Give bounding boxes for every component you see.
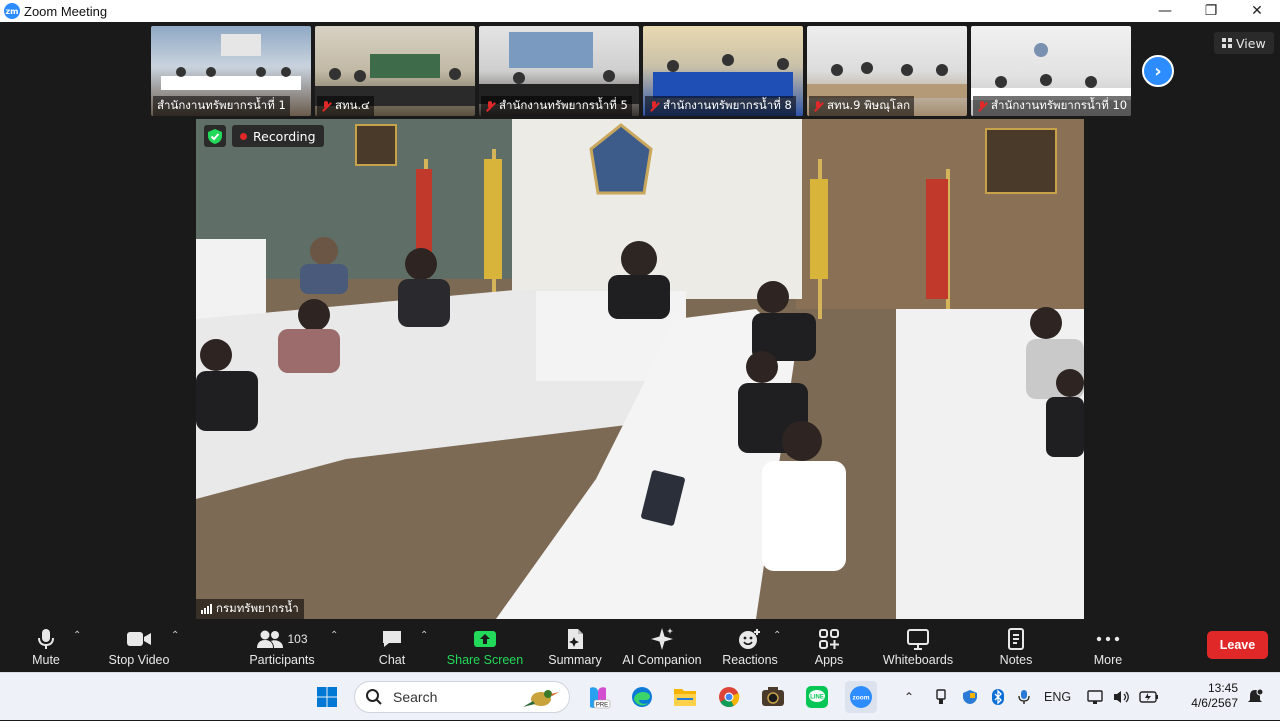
chat-options-caret-icon[interactable]: ⌃ (420, 630, 428, 641)
recording-badge[interactable]: Recording (232, 125, 324, 147)
window-controls: — ❐ ✕ (1142, 0, 1280, 22)
recording-dot-icon (240, 132, 247, 140)
meeting-area: สำนักงานทรัพยากรน้ำที่ 1 สทน.๔ สำนักงานท… (0, 22, 1280, 622)
leave-button[interactable]: Leave (1207, 631, 1268, 659)
participant-thumbnail[interactable]: สำนักงานทรัพยากรน้ำที่ 8 (643, 26, 803, 116)
smiley-plus-icon (739, 629, 760, 649)
windows-taskbar: Search PRE LINE zoom ⌃ ENG 13:45 4/6/256… (0, 672, 1280, 720)
view-button[interactable]: View (1214, 32, 1274, 54)
copilot-icon[interactable]: PRE (582, 681, 614, 713)
thumbnail-label: สทน.9 พิษณุโลก (809, 96, 915, 116)
apps-button[interactable]: Apps (808, 622, 850, 672)
svg-text:zoom: zoom (853, 695, 870, 702)
svg-text:PRE: PRE (596, 703, 608, 709)
windows-start-icon[interactable] (311, 681, 343, 713)
participants-options-caret-icon[interactable]: ⌃ (330, 630, 338, 641)
microphone-tray-icon[interactable] (1018, 689, 1030, 705)
camera-app-icon[interactable] (757, 681, 789, 713)
bluetooth-icon[interactable] (992, 689, 1004, 705)
search-highlight-bird-icon (523, 690, 559, 707)
summary-button[interactable]: Summary (544, 622, 606, 672)
meeting-room-scene (196, 119, 1084, 619)
chrome-browser-icon[interactable] (713, 681, 745, 713)
mic-muted-icon (321, 100, 331, 112)
share-screen-icon (474, 631, 496, 647)
whiteboard-icon (907, 629, 929, 650)
chat-button[interactable]: Chat (370, 622, 414, 672)
close-button[interactable]: ✕ (1234, 0, 1280, 22)
stop-video-button[interactable]: Stop Video (104, 622, 174, 672)
recording-indicator-group: Recording (204, 125, 324, 147)
zoom-logo-icon: zm (4, 3, 20, 19)
mic-muted-icon (649, 100, 659, 112)
thumbnail-label: สทน.๔ (317, 96, 374, 116)
window-title: Zoom Meeting (24, 3, 108, 19)
reactions-button[interactable]: Reactions (720, 622, 780, 672)
input-language[interactable]: ENG (1044, 690, 1071, 704)
participants-icon (257, 630, 284, 648)
more-dots-icon (1096, 636, 1120, 642)
line-app-icon[interactable]: LINE (801, 681, 833, 713)
participants-count: 103 (287, 632, 308, 646)
svg-text:LINE: LINE (810, 695, 824, 701)
mic-muted-icon (813, 100, 823, 112)
meeting-toolbar: Mute ⌃ Stop Video ⌃ 103 Participants ⌃ C… (0, 622, 1280, 672)
next-page-arrow-icon[interactable]: › (1142, 55, 1174, 87)
thumbnail-label: สำนักงานทรัพยากรน้ำที่ 10 (973, 96, 1131, 116)
file-explorer-icon[interactable] (669, 681, 701, 713)
grid-view-icon (1222, 38, 1232, 48)
ai-sparkle-icon (651, 628, 673, 650)
minimize-button[interactable]: — (1142, 0, 1188, 22)
thumbnail-label: สำนักงานทรัพยากรน้ำที่ 5 (481, 96, 632, 116)
mic-muted-icon (485, 100, 495, 112)
thumbnail-label: สำนักงานทรัพยากรน้ำที่ 1 (153, 96, 290, 116)
zoom-app-icon[interactable]: zoom (845, 681, 877, 713)
thumbnail-strip: สำนักงานทรัพยากรน้ำที่ 1 สทน.๔ สำนักงานท… (151, 26, 1131, 116)
whiteboards-button[interactable]: Whiteboards (878, 622, 958, 672)
participant-thumbnail[interactable]: สำนักงานทรัพยากรน้ำที่ 1 (151, 26, 311, 116)
microphone-icon (38, 629, 54, 649)
summary-icon (568, 629, 583, 649)
taskbar-clock[interactable]: 13:45 4/6/2567 (1186, 681, 1238, 711)
participant-thumbnail[interactable]: สำนักงานทรัพยากรน้ำที่ 5 (479, 26, 639, 116)
share-screen-button[interactable]: Share Screen (447, 622, 523, 672)
usb-device-icon[interactable] (934, 689, 948, 705)
system-tray: ⌃ ENG (904, 673, 1159, 721)
ai-companion-button[interactable]: AI Companion (620, 622, 704, 672)
participant-thumbnail[interactable]: สทน.9 พิษณุโลก (807, 26, 967, 116)
participants-button[interactable]: 103 Participants (244, 622, 320, 672)
video-camera-icon (127, 632, 151, 646)
video-options-caret-icon[interactable]: ⌃ (171, 630, 179, 641)
participant-thumbnail[interactable]: สทน.๔ (315, 26, 475, 116)
title-bar: zm Zoom Meeting — ❐ ✕ (0, 0, 1280, 22)
main-speaker-label: กรมทรัพยากรน้ำ (196, 599, 304, 619)
mute-options-caret-icon[interactable]: ⌃ (73, 630, 81, 641)
signal-bars-icon (201, 604, 212, 614)
participant-thumbnail[interactable]: สำนักงานทรัพยากรน้ำที่ 10 (971, 26, 1131, 116)
chat-bubble-icon (383, 631, 401, 647)
search-icon (366, 689, 382, 705)
notes-icon (1008, 628, 1024, 650)
taskbar-search-input[interactable]: Search (354, 681, 570, 713)
thumbnail-label: สำนักงานทรัพยากรน้ำที่ 8 (645, 96, 796, 116)
restore-button[interactable]: ❐ (1188, 0, 1234, 22)
tray-overflow-chevron-icon[interactable]: ⌃ (904, 690, 920, 704)
battery-icon[interactable] (1139, 690, 1159, 704)
shield-check-icon[interactable] (204, 125, 226, 147)
network-display-icon[interactable] (1087, 689, 1105, 705)
more-button[interactable]: More (1086, 622, 1130, 672)
volume-icon[interactable] (1113, 689, 1131, 705)
mute-button[interactable]: Mute (22, 622, 70, 672)
apps-icon (819, 629, 839, 649)
security-shield-icon[interactable] (962, 689, 978, 705)
edge-browser-icon[interactable] (626, 681, 658, 713)
reactions-options-caret-icon[interactable]: ⌃ (773, 630, 781, 641)
mic-muted-icon (977, 100, 987, 112)
notes-button[interactable]: Notes (994, 622, 1038, 672)
main-video[interactable]: Recording กรมทรัพยากรน้ำ (196, 119, 1084, 619)
notification-bell-icon[interactable] (1246, 688, 1264, 706)
